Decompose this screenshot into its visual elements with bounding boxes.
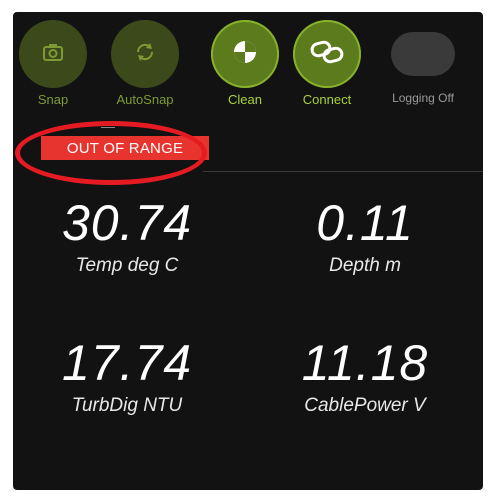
reading-unit: Depth m (329, 255, 401, 276)
refresh-icon (134, 41, 156, 68)
autosnap-label: AutoSnap (116, 92, 174, 107)
connect-label: Connect (302, 92, 352, 107)
reading-value: 30.74 (61, 195, 193, 251)
logging-label: Logging Off (392, 91, 454, 105)
reading-unit: TurbDig NTU (71, 395, 183, 416)
reading-value: 11.18 (301, 335, 429, 391)
logging-tool[interactable]: Logging Off (383, 20, 463, 105)
reading-depth: 0.11 Depth m (285, 197, 445, 277)
autosnap-tool[interactable]: AutoSnap (105, 20, 185, 107)
reading-unit: CablePower V (304, 395, 426, 416)
highlight-ring (15, 121, 207, 185)
wiper-icon (232, 39, 258, 70)
autosnap-button[interactable] (111, 20, 179, 88)
snap-tool[interactable]: Snap (13, 20, 93, 107)
reading-turbidity: 17.74 TurbDig NTU (47, 337, 207, 417)
snap-label: Snap (37, 92, 69, 107)
reading-value: 17.74 (61, 335, 193, 391)
reading-temp: 30.74 Temp deg C (47, 197, 207, 277)
clean-label: Clean (228, 92, 262, 107)
link-icon (310, 40, 344, 69)
reading-value: 0.11 (316, 195, 414, 251)
toolbar: Snap AutoSnap Clean Connect Logging Off (13, 12, 483, 112)
logging-toggle[interactable] (391, 32, 455, 76)
reading-cablepower: 11.18 CablePower V (275, 337, 455, 417)
reading-unit: Temp deg C (75, 255, 179, 276)
clean-button[interactable] (211, 20, 279, 88)
connect-button[interactable] (293, 20, 361, 88)
divider (203, 171, 483, 172)
camera-icon (42, 42, 64, 67)
connect-tool[interactable]: Connect (287, 20, 367, 107)
clean-tool[interactable]: Clean (205, 20, 285, 107)
snap-button[interactable] (19, 20, 87, 88)
app-screen: Snap AutoSnap Clean Connect Logging Off … (13, 12, 483, 490)
